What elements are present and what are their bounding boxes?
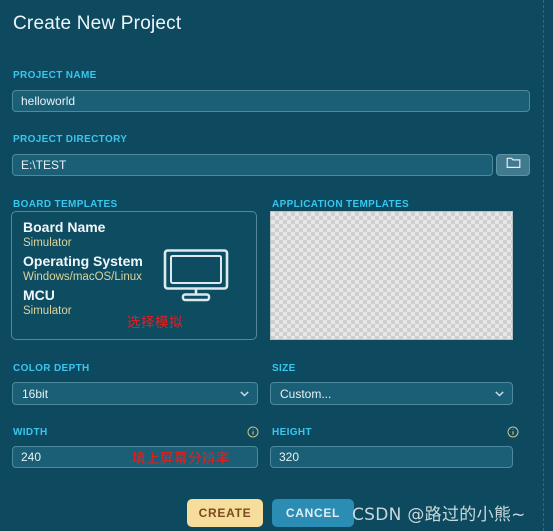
board-template-annotation: 选择模拟 <box>127 315 183 331</box>
board-template-details: Board Name Simulator Operating System Wi… <box>23 219 173 321</box>
board-name-value: Simulator <box>23 237 72 249</box>
project-name-input[interactable] <box>12 90 530 112</box>
watermark: CSDN @路过的小熊~ <box>352 505 526 525</box>
monitor-icon <box>162 248 230 307</box>
color-depth-select[interactable]: 16bit <box>12 382 258 405</box>
page-title: Create New Project <box>13 13 182 34</box>
dialog-edge-divider <box>543 0 545 531</box>
operating-system-label: Operating System <box>23 253 143 269</box>
board-name-label: Board Name <box>23 219 106 235</box>
cancel-button[interactable]: CANCEL <box>272 499 354 527</box>
height-label: HEIGHT <box>272 427 312 438</box>
project-name-label: PROJECT NAME <box>13 70 97 81</box>
operating-system-value: Windows/macOS/Linux <box>23 271 142 283</box>
create-new-project-dialog: Create New Project PROJECT NAME PROJECT … <box>0 0 553 531</box>
size-select[interactable]: Custom... <box>270 382 513 405</box>
application-templates-label: APPLICATION TEMPLATES <box>272 199 409 210</box>
browse-directory-button[interactable] <box>496 154 530 176</box>
create-button[interactable]: CREATE <box>187 499 263 527</box>
project-directory-input[interactable] <box>12 154 493 176</box>
size-value: Custom... <box>280 386 332 401</box>
info-icon[interactable] <box>507 425 519 438</box>
width-annotation: 填上屏幕分辨率 <box>132 451 230 467</box>
color-depth-value: 16bit <box>22 386 49 401</box>
width-label: WIDTH <box>13 427 48 438</box>
size-label: SIZE <box>272 363 296 374</box>
info-icon[interactable] <box>247 425 259 438</box>
height-input[interactable] <box>270 446 513 468</box>
chevron-down-icon <box>493 387 506 400</box>
folder-icon <box>506 156 521 174</box>
mcu-label: MCU <box>23 287 55 303</box>
board-templates-label: BOARD TEMPLATES <box>13 199 118 210</box>
color-depth-label: COLOR DEPTH <box>13 363 90 374</box>
application-templates-panel[interactable] <box>270 211 513 340</box>
project-directory-label: PROJECT DIRECTORY <box>13 134 128 145</box>
chevron-down-icon <box>238 387 251 400</box>
